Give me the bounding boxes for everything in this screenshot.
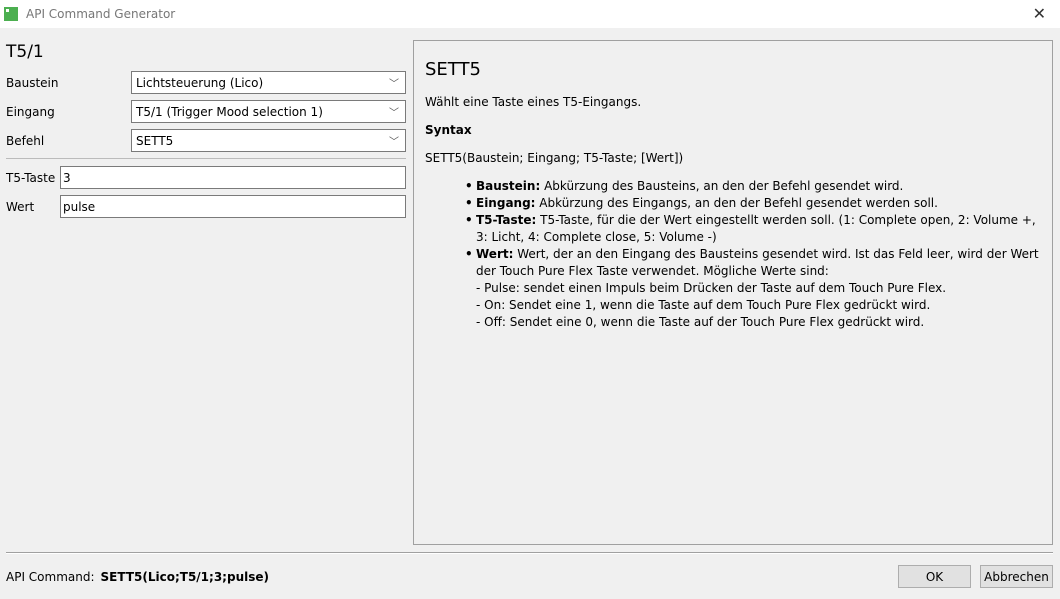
wert-input[interactable]: pulse [60, 195, 406, 218]
syntax-heading: Syntax [425, 123, 472, 137]
eingang-value: T5/1 (Trigger Mood selection 1) [136, 104, 323, 119]
help-panel: SETT5 Wählt eine Taste eines T5-Eingangs… [413, 40, 1053, 545]
chevron-down-icon: ﹀ [389, 137, 399, 148]
value-option: - Off: Sendet eine 0, wenn die Taste auf… [476, 315, 925, 329]
wert-row: Wert [6, 195, 34, 219]
list-item: Wert: Wert, der an den Eingang des Baust… [465, 246, 1041, 280]
befehl-select[interactable]: SETT5 ﹀ [131, 129, 406, 152]
list-item: T5-Taste: T5-Taste, für die der Wert ein… [465, 212, 1041, 246]
term: Baustein: [476, 179, 541, 193]
befehl-label: Befehl [6, 134, 45, 148]
eingang-row: Eingang [6, 100, 55, 124]
befehl-value: SETT5 [136, 133, 174, 148]
t5-taste-row: T5-Taste [6, 166, 55, 190]
eingang-label: Eingang [6, 105, 55, 119]
api-command-value: SETT5(Lico;T5/1;3;pulse) [100, 570, 269, 584]
value-option: - Pulse: sendet einen Impuls beim Drücke… [476, 281, 947, 295]
divider [6, 158, 406, 159]
chevron-down-icon: ﹀ [389, 108, 399, 119]
footer-divider [6, 552, 1053, 554]
befehl-row: Befehl [6, 129, 44, 153]
list-item: Eingang: Abkürzung des Eingangs, an den … [465, 195, 1041, 212]
title-bar: API Command Generator ✕ [0, 0, 1060, 28]
chevron-down-icon: ﹀ [389, 79, 399, 90]
baustein-row: Baustein [6, 71, 58, 95]
t5-taste-label: T5-Taste [6, 171, 56, 185]
definition: Abkürzung des Bausteins, an den der Befe… [540, 179, 904, 193]
baustein-value: Lichtsteuerung (Lico) [136, 75, 264, 90]
app-icon [4, 7, 18, 21]
help-description: Wählt eine Taste eines T5-Eingangs. [425, 95, 642, 109]
help-title: SETT5 [425, 59, 481, 80]
ok-button[interactable]: OK [898, 565, 971, 588]
term: Eingang: [476, 196, 536, 210]
term: Wert: [476, 247, 514, 261]
definition: Abkürzung des Eingangs, an den der Befeh… [535, 196, 938, 210]
close-icon[interactable]: ✕ [1033, 4, 1046, 23]
cancel-button[interactable]: Abbrechen [980, 565, 1053, 588]
definition: T5-Taste, für die der Wert eingestellt w… [476, 213, 1036, 244]
syntax-text: SETT5(Baustein; Eingang; T5-Taste; [Wert… [425, 151, 684, 165]
eingang-select[interactable]: T5/1 (Trigger Mood selection 1) ﹀ [131, 100, 406, 123]
baustein-label: Baustein [6, 76, 59, 90]
list-item: Baustein: Abkürzung des Bausteins, an de… [465, 178, 1041, 195]
api-command-label: API Command: [6, 570, 95, 584]
wert-label: Wert [6, 200, 35, 214]
value-option: - On: Sendet eine 1, wenn die Taste auf … [476, 298, 931, 312]
input-heading: T5/1 [6, 42, 44, 62]
baustein-select[interactable]: Lichtsteuerung (Lico) ﹀ [131, 71, 406, 94]
definition: Wert, der an den Eingang des Bausteins g… [476, 247, 1039, 278]
window-title: API Command Generator [26, 7, 176, 21]
term: T5-Taste: [476, 213, 537, 227]
param-list: Baustein: Abkürzung des Bausteins, an de… [465, 178, 1041, 331]
t5-taste-input[interactable]: 3 [60, 166, 406, 189]
api-command: API Command: SETT5(Lico;T5/1;3;pulse) [6, 570, 269, 584]
